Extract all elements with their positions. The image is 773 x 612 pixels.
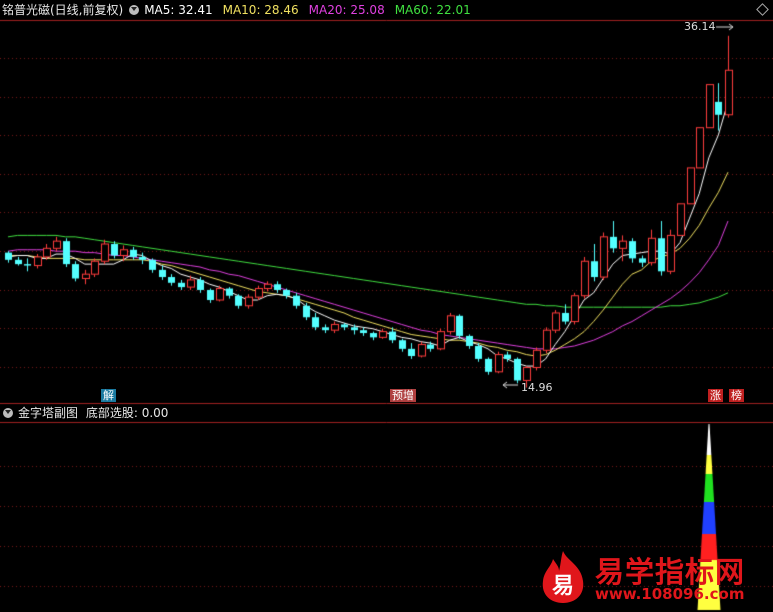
watermark: 易 易学指标网 www.108096.com [531, 547, 771, 609]
ma10-label: MA10: 28.46 [222, 3, 299, 17]
ma5-label: MA5: 32.41 [144, 3, 213, 17]
indicator-value: 底部选股: 0.00 [85, 406, 169, 420]
ma20-label: MA20: 25.08 [308, 3, 385, 17]
event-marker-bang[interactable]: 榜 [729, 389, 744, 402]
event-marker-zhang[interactable]: 涨 [708, 389, 723, 402]
flame-logo-icon: 易 [542, 551, 584, 603]
sub-chart-header: 金字塔副图 底部选股: 0.00 [0, 404, 773, 422]
watermark-url: www.108096.com [595, 585, 745, 603]
stock-title: 铭普光磁(日线,前复权) [2, 3, 124, 17]
low-price-label: 14.96 [521, 381, 553, 394]
dropdown-icon[interactable] [3, 408, 13, 418]
high-price-label: 36.14 [684, 20, 716, 33]
logo-char: 易 [552, 574, 574, 599]
dropdown-icon[interactable] [129, 5, 140, 15]
event-marker-yuzeng[interactable]: 预增 [390, 389, 416, 402]
ma60-label: MA60: 22.01 [394, 3, 471, 17]
kline-chart[interactable] [0, 0, 773, 612]
main-chart-header: 铭普光磁(日线,前复权) MA5: 32.41 MA10: 28.46 MA20: 2… [0, 0, 773, 20]
sub-chart-title: 金字塔副图 [18, 406, 79, 420]
event-marker-jie[interactable]: 解 [101, 389, 116, 402]
